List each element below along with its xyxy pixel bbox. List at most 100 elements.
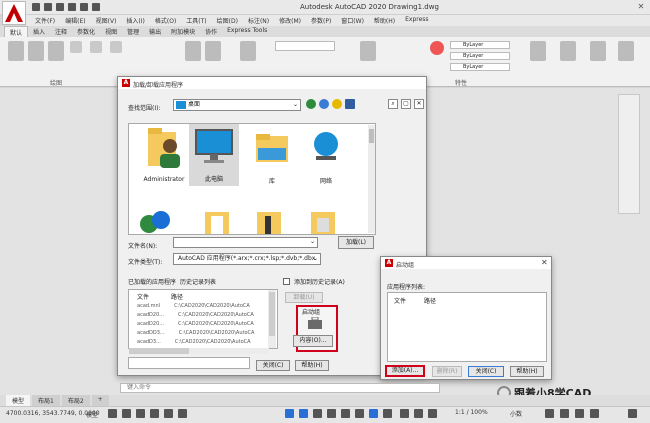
annotation-scale-icon[interactable] <box>428 409 437 418</box>
file-item-libraries[interactable]: 库 <box>247 126 297 185</box>
save-as-icon[interactable] <box>68 3 76 11</box>
gizmo-icon[interactable] <box>383 409 392 418</box>
linetype-dropdown[interactable]: ByLayer <box>450 52 510 60</box>
folder-icon[interactable] <box>307 208 339 234</box>
color-icon[interactable] <box>430 41 444 55</box>
column-header-file[interactable]: 文件 <box>394 296 406 305</box>
file-browser[interactable]: Administrator 此电脑 库 网络 <box>128 123 376 235</box>
clean-screen-icon[interactable] <box>590 409 599 418</box>
polyline-icon[interactable] <box>28 41 44 61</box>
quick-properties-icon[interactable] <box>545 409 554 418</box>
polar-icon[interactable] <box>150 409 159 418</box>
3d-osnap-icon[interactable] <box>341 409 350 418</box>
undo-icon[interactable] <box>92 3 100 11</box>
table-row[interactable]: acadD3... C:\CAD2020\CAD2020\AutoCA <box>137 339 251 345</box>
help-button[interactable]: 帮助(H) <box>510 366 544 377</box>
tab-annotate[interactable]: 注释 <box>50 26 72 37</box>
find-icon[interactable]: ⌕ <box>388 99 398 109</box>
insert-block-icon[interactable] <box>360 41 376 61</box>
menu-view[interactable]: 视图(V) <box>91 15 122 26</box>
color-dropdown[interactable]: ByLayer <box>450 41 510 49</box>
transparency-icon[interactable] <box>313 409 322 418</box>
briefcase-icon[interactable] <box>307 316 323 330</box>
annotation-visibility-icon[interactable] <box>400 409 409 418</box>
column-header-path[interactable]: 路径 <box>171 292 183 301</box>
menu-tools[interactable]: 工具(T) <box>181 15 211 26</box>
load-button[interactable]: 加载(L) <box>338 236 374 249</box>
remove-button[interactable]: 删除(R) <box>432 366 462 377</box>
menu-file[interactable]: 文件(F) <box>30 15 60 26</box>
group-icon[interactable] <box>530 41 546 61</box>
tab-express-tools[interactable]: Express Tools <box>222 26 272 37</box>
tab-parametric[interactable]: 参数化 <box>72 26 100 37</box>
dynamic-ucs-icon[interactable] <box>355 409 364 418</box>
layer-dropdown[interactable] <box>275 41 335 51</box>
unload-button[interactable]: 卸载(U) <box>285 292 323 303</box>
isodraft-icon[interactable] <box>164 409 173 418</box>
copy-icon[interactable] <box>110 41 122 53</box>
menu-help[interactable]: 帮助(H) <box>369 15 400 26</box>
folder-icon[interactable] <box>201 208 233 234</box>
menu-draw[interactable]: 绘图(D) <box>212 15 243 26</box>
rotate-icon[interactable] <box>90 41 102 53</box>
selection-filter-icon[interactable] <box>369 409 378 418</box>
close-icon[interactable]: ✕ <box>636 2 646 12</box>
menu-dimension[interactable]: 标注(N) <box>243 15 274 26</box>
file-item-network[interactable]: 网络 <box>301 126 351 185</box>
tab-insert[interactable]: 插入 <box>28 26 50 37</box>
selection-cycling-icon[interactable] <box>327 409 336 418</box>
lineweight-dropdown[interactable]: ByLayer <box>450 63 510 71</box>
file-item-this-pc[interactable]: 此电脑 <box>189 124 239 186</box>
column-header-path[interactable]: 路径 <box>424 296 436 305</box>
menu-modify[interactable]: 修改(M) <box>274 15 306 26</box>
new-folder-icon[interactable] <box>332 99 342 109</box>
msn-icon[interactable] <box>137 208 173 234</box>
tab-collaborate[interactable]: 协作 <box>200 26 222 37</box>
table-row[interactable]: acadD20... C:\CAD2020\CAD2020\AutoCA <box>137 321 254 327</box>
table-row[interactable]: acad.mnl C:\CAD2020\CAD2020\AutoCA <box>137 303 250 309</box>
tab-model[interactable]: 模型 <box>6 395 31 406</box>
add-layout-icon[interactable]: + <box>91 395 109 406</box>
menu-edit[interactable]: 编辑(E) <box>60 15 90 26</box>
views-icon[interactable] <box>345 99 355 109</box>
open-icon[interactable] <box>44 3 52 11</box>
utilities-icon[interactable] <box>560 41 576 61</box>
back-icon[interactable] <box>306 99 316 109</box>
view-icon[interactable] <box>618 41 634 61</box>
menu-express[interactable]: Express <box>400 15 433 26</box>
contents-button[interactable]: 内容(O)... <box>293 335 333 347</box>
add-to-history-checkbox[interactable] <box>283 278 290 285</box>
text-icon[interactable] <box>185 41 201 61</box>
tab-manage[interactable]: 管理 <box>122 26 144 37</box>
new-icon[interactable] <box>32 3 40 11</box>
layer-properties-icon[interactable] <box>240 41 256 61</box>
table-horizontal-scrollbar[interactable] <box>129 348 269 354</box>
file-item-administrator[interactable]: Administrator <box>139 126 189 183</box>
move-icon[interactable] <box>70 41 82 53</box>
save-icon[interactable] <box>56 3 64 11</box>
close-button[interactable]: 关闭(C) <box>468 366 504 377</box>
column-header-file[interactable]: 文件 <box>137 292 149 301</box>
menu-parametric[interactable]: 参数(P) <box>306 15 336 26</box>
osnap-icon[interactable] <box>178 409 187 418</box>
navigation-bar[interactable] <box>618 94 640 214</box>
table-scrollbar[interactable] <box>268 290 276 348</box>
filename-input[interactable]: ⌄ <box>173 237 318 248</box>
folder-icon[interactable] <box>253 208 285 234</box>
file-browser-scrollbar[interactable] <box>368 125 375 233</box>
tab-addins[interactable]: 附加模块 <box>166 26 200 37</box>
tab-home[interactable]: 默认 <box>4 26 29 37</box>
lock-ui-icon[interactable] <box>560 409 569 418</box>
delete-icon[interactable]: ✕ <box>414 99 424 109</box>
menu-format[interactable]: 格式(O) <box>150 15 181 26</box>
model-space-button[interactable]: 模型 <box>86 410 98 419</box>
menu-window[interactable]: 窗口(W) <box>336 15 369 26</box>
table-row[interactable]: acadD20... C:\CAD2020\CAD2020\AutoCA <box>137 312 254 318</box>
auto-scale-icon[interactable] <box>414 409 423 418</box>
help-button[interactable]: 帮助(H) <box>295 360 329 371</box>
tab-layout2[interactable]: 布局2 <box>61 395 90 406</box>
dimension-icon[interactable] <box>205 41 221 61</box>
menu-insert[interactable]: 插入(I) <box>121 15 149 26</box>
close-icon[interactable]: ✕ <box>541 258 548 267</box>
add-button[interactable]: 添加(A)... <box>385 365 425 377</box>
